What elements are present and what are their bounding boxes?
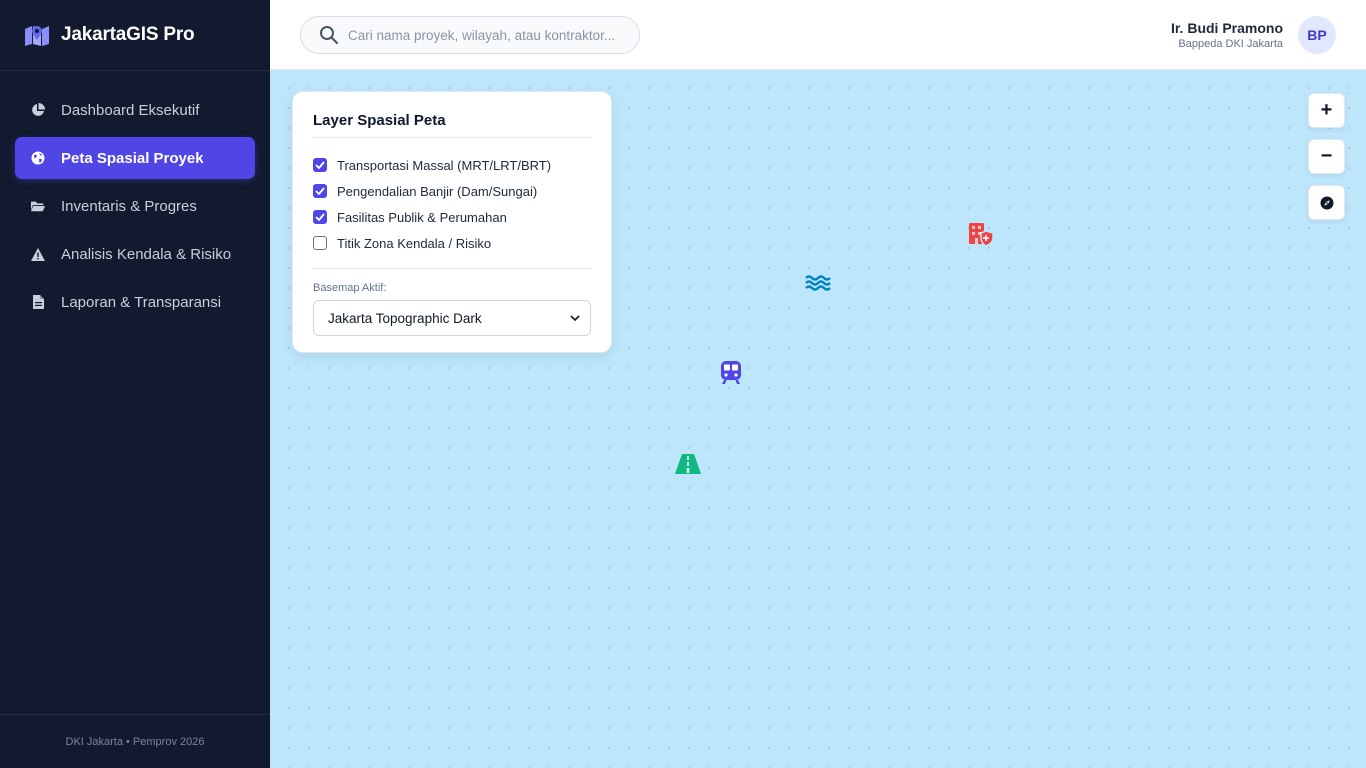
search-input[interactable] [348,27,628,43]
file-icon [31,295,45,309]
layer-panel-title: Layer Spasial Peta [313,112,591,138]
layer-panel: Layer Spasial Peta Transportasi Massal (… [292,91,612,353]
checkbox-checked[interactable] [313,184,327,198]
sidebar-item-laporan[interactable]: Laporan & Transparansi [15,281,255,323]
check-icon [315,161,325,169]
basemap-label: Basemap Aktif: [313,282,387,294]
avatar[interactable]: BP [1298,16,1336,54]
user-profile[interactable]: Ir. Budi Pramono Bappeda DKI Jakarta BP [1171,16,1336,54]
user-role: Bappeda DKI Jakarta [1178,38,1283,50]
marker-hospital[interactable] [967,220,995,248]
user-info: Ir. Budi Pramono Bappeda DKI Jakarta [1171,20,1283,50]
topbar: Ir. Budi Pramono Bappeda DKI Jakarta BP [270,0,1366,70]
check-icon [315,187,325,195]
layer-label: Transportasi Massal (MRT/LRT/BRT) [337,157,552,173]
layer-toggle-transportasi[interactable]: Transportasi Massal (MRT/LRT/BRT) [313,152,591,178]
road-icon [675,454,701,474]
train-icon [721,361,741,384]
checkbox-checked[interactable] [313,210,327,224]
zoom-out-button[interactable]: − [1308,139,1345,174]
checkbox-unchecked[interactable] [313,236,327,250]
marker-transport[interactable] [717,358,745,386]
globe-icon [31,151,45,165]
panel-divider [313,268,591,269]
compass-icon [1320,196,1333,209]
layer-toggle-risiko[interactable]: Titik Zona Kendala / Risiko [313,230,591,256]
compass-button[interactable] [1308,185,1345,220]
warning-icon [31,247,45,261]
basemap-select[interactable]: Jakarta Topographic Dark [313,300,591,336]
marker-road[interactable] [674,450,702,478]
sidebar-nav: Dashboard Eksekutif Peta Spasial Proyek … [15,89,255,329]
water-icon [805,275,831,291]
sidebar-item-label: Peta Spasial Proyek [61,149,204,167]
basemap-value: Jakarta Topographic Dark [328,310,482,326]
user-name: Ir. Budi Pramono [1170,20,1283,36]
layer-toggle-banjir[interactable]: Pengendalian Banjir (Dam/Sungai) [313,178,591,204]
sidebar-item-peta-spasial[interactable]: Peta Spasial Proyek [15,137,255,179]
sidebar-item-label: Laporan & Transparansi [61,293,222,311]
zoom-in-button[interactable]: + [1308,93,1345,128]
search-icon [320,26,339,45]
chevron-down-icon [570,315,580,321]
chart-pie-icon [31,103,45,117]
layer-label: Pengendalian Banjir (Dam/Sungai) [337,183,538,199]
layer-label: Fasilitas Publik & Perumahan [337,209,507,225]
map-canvas[interactable]: Layer Spasial Peta Transportasi Massal (… [270,70,1366,768]
layer-toggle-fasilitas[interactable]: Fasilitas Publik & Perumahan [313,204,591,230]
sidebar-item-inventaris[interactable]: Inventaris & Progres [15,185,255,227]
sidebar-footer: DKI Jakarta • Pemprov 2026 [0,714,270,768]
folder-open-icon [31,199,45,213]
marker-flood-control[interactable] [804,269,832,297]
map-logo-icon [25,26,49,46]
checkbox-checked[interactable] [313,158,327,172]
sidebar-item-label: Dashboard Eksekutif [61,101,200,119]
sidebar: JakartaGIS Pro Dashboard Eksekutif Peta … [0,0,270,768]
brand[interactable]: JakartaGIS Pro [0,0,270,71]
sidebar-item-analisis[interactable]: Analisis Kendala & Risiko [15,233,255,275]
hospital-icon [969,223,994,247]
sidebar-item-label: Analisis Kendala & Risiko [61,245,232,263]
sidebar-item-label: Inventaris & Progres [61,197,197,215]
search-box[interactable] [300,16,640,54]
layer-label: Titik Zona Kendala / Risiko [337,235,492,251]
layer-list: Transportasi Massal (MRT/LRT/BRT) Pengen… [313,152,591,256]
app-name: JakartaGIS Pro [61,24,195,45]
check-icon [315,213,325,221]
sidebar-item-dashboard[interactable]: Dashboard Eksekutif [15,89,255,131]
